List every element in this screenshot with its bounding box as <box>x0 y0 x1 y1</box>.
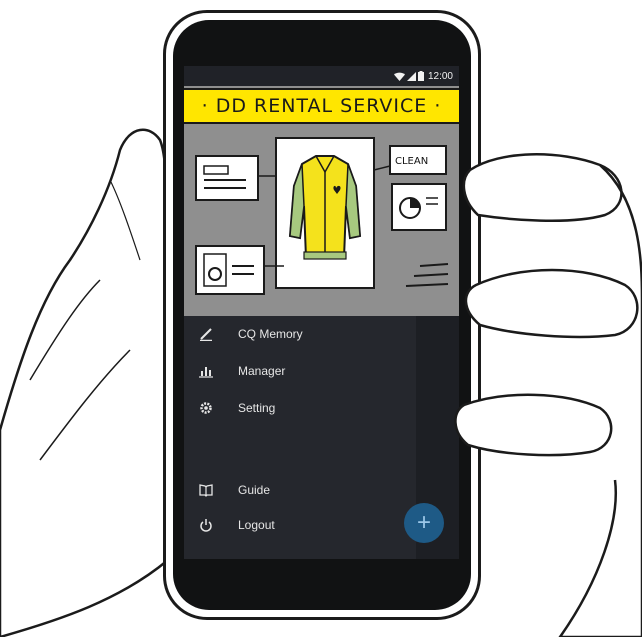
menu-item-label: Manager <box>238 364 286 378</box>
menu-item-setting[interactable]: Setting <box>184 393 416 423</box>
pencil-icon <box>184 327 228 341</box>
battery-icon <box>417 71 424 81</box>
wifi-icon <box>393 72 405 81</box>
menu-item-guide[interactable]: Guide <box>184 475 416 505</box>
power-icon <box>184 518 228 532</box>
plus-icon: + <box>416 509 431 536</box>
drawer-header: · DD RENTAL SERVICE · CLEAN <box>184 86 459 316</box>
service-banner: · DD RENTAL SERVICE · <box>184 88 459 124</box>
status-icons <box>393 71 424 81</box>
menu-item-cq-memory[interactable]: CQ Memory <box>184 319 416 349</box>
info-card <box>195 155 259 201</box>
book-icon <box>184 483 228 497</box>
phone-screen: 12:00 · DD RENTAL SERVICE · CLEAN CQ Mem… <box>184 66 459 559</box>
menu-item-label: CQ Memory <box>238 327 303 341</box>
menu-item-label: Guide <box>238 483 271 497</box>
clean-label: CLEAN <box>395 156 428 167</box>
menu-item-manager[interactable]: Manager <box>184 356 416 386</box>
signal-icon <box>406 72 416 81</box>
status-time: 12:00 <box>427 70 453 82</box>
menu-item-label: Setting <box>238 401 276 415</box>
washer-card <box>195 245 265 295</box>
status-bar: 12:00 <box>184 66 459 86</box>
banner-title: · DD RENTAL SERVICE · <box>201 95 442 117</box>
bar-chart-icon <box>184 364 228 378</box>
header-illustration: CLEAN <box>195 137 449 295</box>
left-hand <box>0 128 170 637</box>
add-button[interactable]: + <box>404 503 444 543</box>
menu-item-label: Logout <box>238 518 275 532</box>
drawer-menu: CQ Memory Manager Setting Guide Logout <box>184 316 416 559</box>
menu-item-logout[interactable]: Logout <box>184 510 416 540</box>
gear-icon <box>184 401 228 415</box>
